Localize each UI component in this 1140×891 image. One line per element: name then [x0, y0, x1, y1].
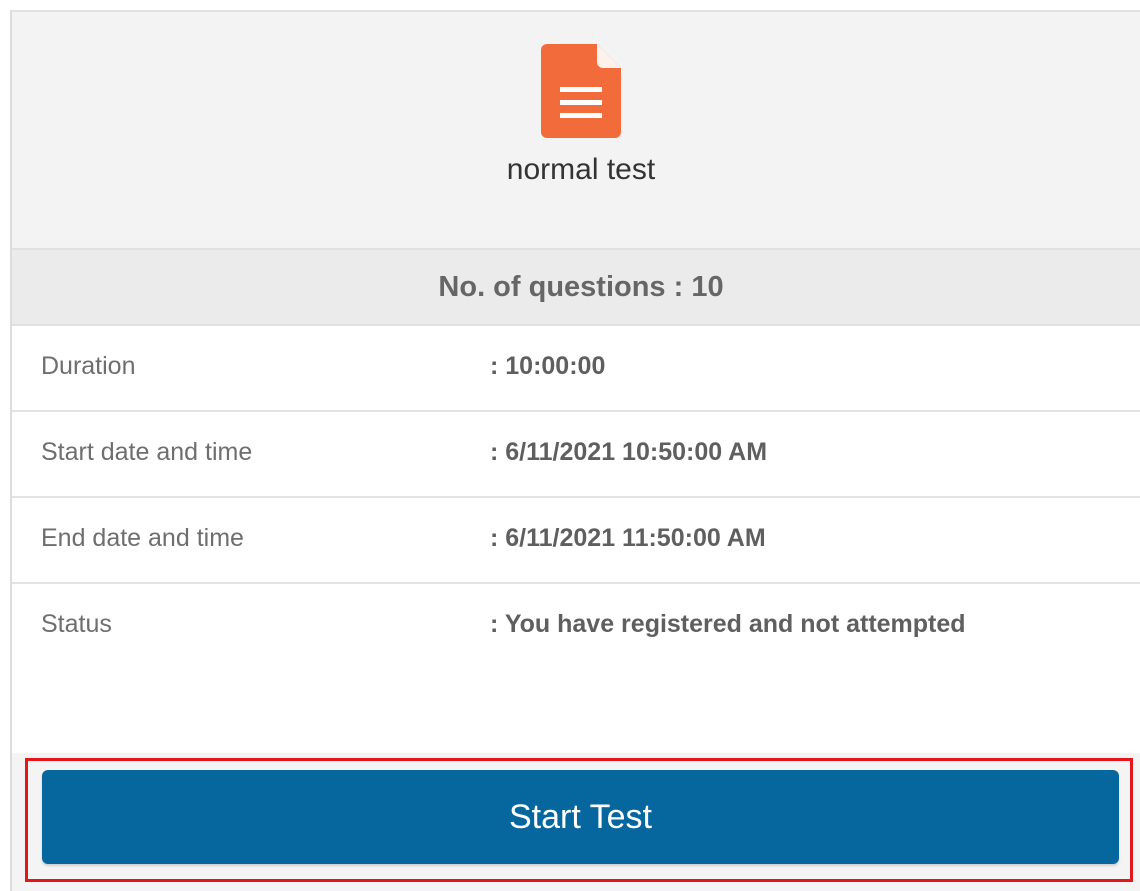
questions-count: No. of questions : 10: [12, 250, 1140, 326]
detail-row-duration: Duration : 10:00:00: [12, 326, 1140, 412]
document-icon: [541, 44, 621, 138]
test-title: normal test: [506, 153, 656, 186]
detail-value: : 6/11/2021 11:50:00 AM: [490, 524, 766, 552]
detail-value: : You have registered and not attempted: [490, 610, 966, 638]
detail-label: Start date and time: [41, 438, 253, 466]
start-test-button[interactable]: Start Test: [42, 770, 1119, 864]
detail-row-status: Status : You have registered and not att…: [12, 584, 1140, 744]
detail-label: End date and time: [41, 524, 244, 552]
detail-label: Status: [41, 610, 112, 638]
detail-label: Duration: [41, 352, 136, 380]
detail-row-end: End date and time : 6/11/2021 11:50:00 A…: [12, 498, 1140, 584]
detail-row-start: Start date and time : 6/11/2021 10:50:00…: [12, 412, 1140, 498]
detail-value: : 10:00:00: [490, 352, 606, 380]
test-header: normal test: [12, 12, 1140, 250]
test-card: normal test No. of questions : 10 Durati…: [10, 10, 1140, 891]
detail-value: : 6/11/2021 10:50:00 AM: [490, 438, 768, 466]
